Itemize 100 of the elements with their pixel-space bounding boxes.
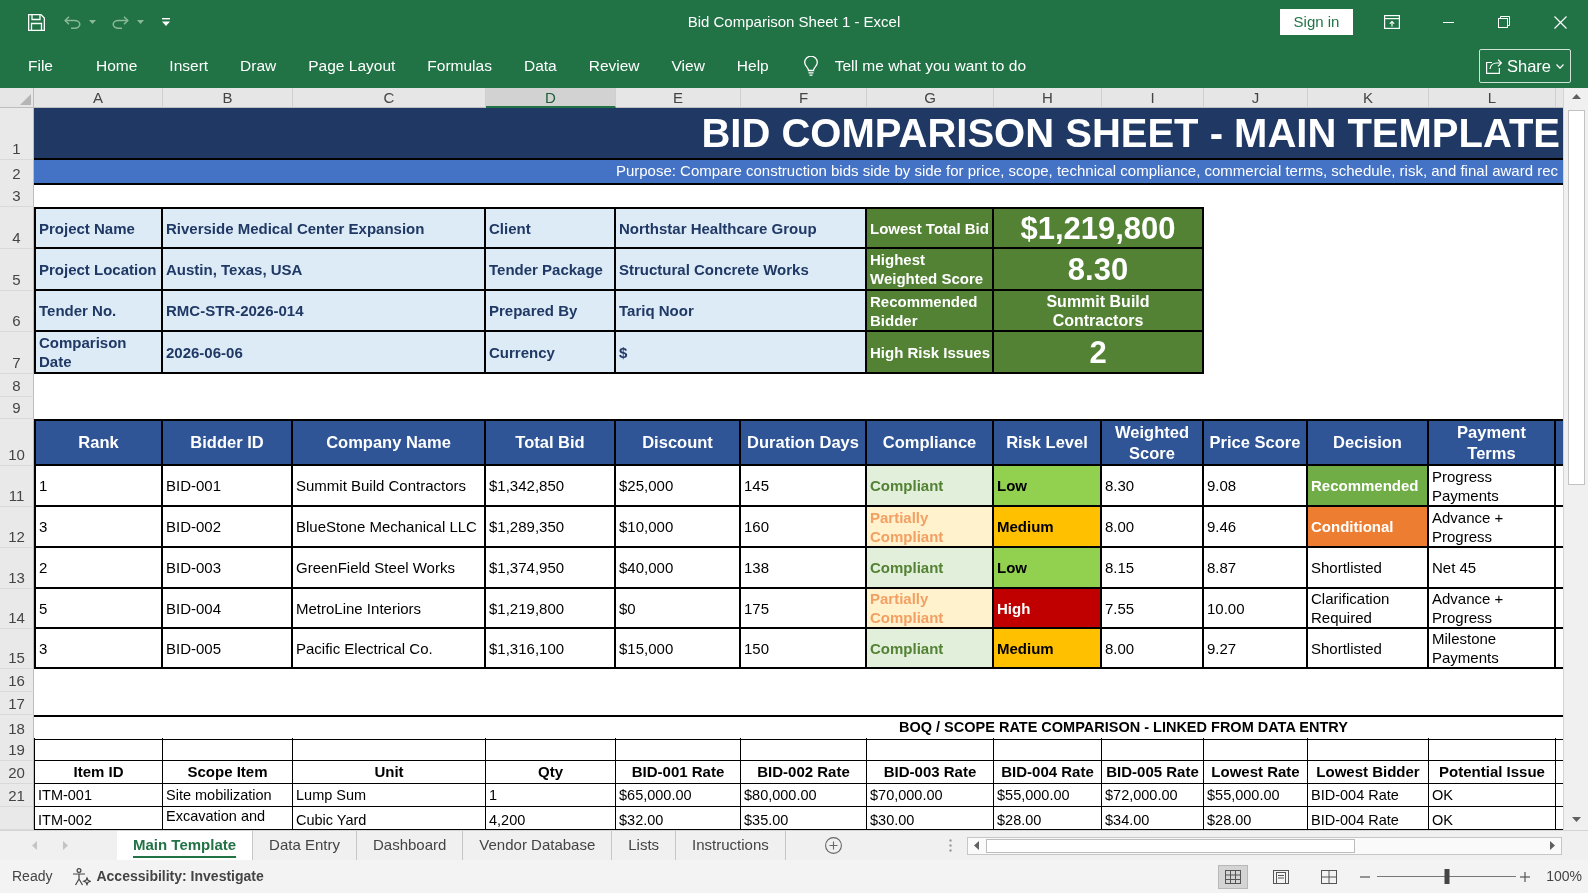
scroll-left-icon[interactable] — [973, 841, 979, 850]
scroll-down-icon[interactable] — [1571, 817, 1581, 822]
zoom-level[interactable]: 100% — [1546, 866, 1582, 887]
table-cell: BID-004 Rate — [1308, 784, 1429, 807]
add-sheet-icon[interactable] — [824, 837, 842, 854]
table-header: Discount — [616, 419, 741, 466]
close-icon[interactable] — [1553, 15, 1567, 29]
row-header[interactable]: 9 — [0, 397, 34, 419]
field-value: Austin, Texas, USA — [163, 249, 486, 291]
share-button[interactable]: Share — [1478, 49, 1571, 83]
table-header: Item ID — [34, 761, 163, 784]
ribbon-tab[interactable]: Formulas — [427, 54, 492, 78]
column-header[interactable]: H — [994, 88, 1102, 108]
row-header[interactable]: 15 — [0, 629, 34, 669]
table-header: Compliance — [867, 419, 994, 466]
row-header[interactable]: 6 — [0, 291, 34, 332]
redo-icon[interactable] — [112, 15, 129, 29]
sheet-tab[interactable]: Main Template — [117, 831, 254, 860]
table-cell: 9.46 — [1204, 507, 1308, 548]
view-button[interactable] — [1218, 864, 1249, 889]
save-icon[interactable] — [28, 13, 45, 31]
horizontal-scrollbar[interactable] — [966, 836, 1562, 855]
table-cell: $65,000.00 — [616, 784, 741, 807]
ribbon-tab[interactable]: Insert — [169, 54, 209, 78]
sign-in-button[interactable]: Sign in — [1280, 9, 1353, 35]
row-header[interactable]: 10 — [0, 419, 34, 466]
table-header: Lowest Rate — [1204, 761, 1308, 784]
table-cell: 8.00 — [1102, 507, 1204, 548]
ribbon-tab[interactable]: File — [28, 54, 53, 78]
column-header[interactable]: J — [1204, 88, 1308, 108]
customize-icon[interactable] — [162, 18, 170, 26]
row-header[interactable]: 1 — [0, 108, 34, 160]
row-header[interactable]: 18 — [0, 715, 34, 740]
table-cell: 8.15 — [1102, 548, 1204, 589]
row-header[interactable]: 17 — [0, 692, 34, 715]
tell-me-search[interactable]: Tell me what you want to do — [803, 54, 1026, 78]
column-header[interactable]: C — [293, 88, 486, 108]
column-header[interactable]: G — [867, 88, 994, 108]
table-header: Rank — [34, 419, 163, 466]
column-header[interactable]: L — [1429, 88, 1556, 108]
table-cell: BID-003 — [163, 548, 293, 589]
summary-label: High Risk Issues — [867, 332, 994, 374]
row-header[interactable]: 12 — [0, 507, 34, 548]
table-cell: 8.00 — [1102, 629, 1204, 669]
row-header[interactable]: 11 — [0, 466, 34, 507]
table-header: Lowest Bidder — [1308, 761, 1429, 784]
table-header: BID-004 Rate — [994, 761, 1102, 784]
row-header[interactable]: 19 — [0, 738, 34, 761]
scrollbar-thumb[interactable] — [1567, 110, 1585, 485]
row-header[interactable]: 20 — [0, 761, 34, 784]
ribbon-display-icon[interactable] — [1384, 15, 1400, 29]
table-header: BID-001 Rate — [616, 761, 741, 784]
restore-icon[interactable] — [1498, 16, 1510, 28]
scroll-up-icon[interactable] — [1571, 94, 1581, 99]
ribbon-tab[interactable]: Review — [588, 54, 640, 78]
vertical-scrollbar[interactable] — [1563, 88, 1588, 830]
table-header: Payment Terms — [1429, 419, 1556, 466]
column-header[interactable]: A — [34, 88, 163, 108]
table-cell: Progress Payments — [1429, 466, 1556, 507]
scroll-right-icon[interactable] — [1549, 841, 1555, 850]
ribbon-tab[interactable]: Help — [736, 54, 769, 78]
ribbon-tab[interactable]: Data — [523, 54, 557, 78]
accessibility-button[interactable]: Accessibility: Investigate — [96, 866, 264, 887]
slider-thumb[interactable] — [1444, 869, 1450, 884]
table-cell: $1,342,850 — [486, 466, 616, 507]
column-header[interactable]: F — [741, 88, 867, 108]
caret-down-icon[interactable] — [89, 20, 96, 24]
column-header[interactable]: I — [1102, 88, 1204, 108]
minimize-icon[interactable] — [1442, 21, 1454, 23]
table-cell: OK — [1429, 784, 1556, 807]
row-header[interactable]: 21 — [0, 784, 34, 807]
ribbon-tab[interactable]: Draw — [240, 54, 277, 78]
row-header[interactable]: 4 — [0, 207, 34, 249]
ribbon-tab[interactable]: Home — [96, 54, 138, 78]
table-cell: $1,219,800 — [486, 589, 616, 629]
row-header[interactable]: 7 — [0, 332, 34, 374]
row-header[interactable]: 5 — [0, 249, 34, 291]
column-header[interactable]: D — [486, 88, 616, 108]
column-header[interactable]: E — [616, 88, 741, 108]
zoom-in-icon[interactable] — [1520, 871, 1531, 882]
table-cell: 7.55 — [1102, 589, 1204, 629]
zoom-out-icon[interactable] — [1360, 875, 1371, 878]
column-header[interactable]: K — [1308, 88, 1429, 108]
table-cell: 9.27 — [1204, 629, 1308, 669]
row-header[interactable]: 16 — [0, 669, 34, 692]
row-header[interactable]: 3 — [0, 184, 34, 207]
row-header[interactable]: 13 — [0, 548, 34, 589]
undo-icon[interactable] — [64, 15, 81, 29]
field-value: Northstar Healthcare Group — [616, 207, 867, 249]
row-header[interactable]: 2 — [0, 160, 34, 185]
ribbon-tab[interactable]: Page Layout — [308, 54, 396, 78]
caret-down-icon[interactable] — [137, 20, 144, 24]
table-cell: Recommended — [1308, 466, 1429, 507]
row-header[interactable]: 8 — [0, 374, 34, 397]
column-header[interactable]: B — [163, 88, 293, 108]
scrollbar-thumb[interactable] — [985, 838, 1355, 853]
ribbon-tab[interactable]: View — [671, 54, 705, 78]
vertical-dots-icon[interactable] — [948, 839, 952, 852]
row-header[interactable]: 14 — [0, 589, 34, 629]
table-cell: 145 — [741, 466, 867, 507]
